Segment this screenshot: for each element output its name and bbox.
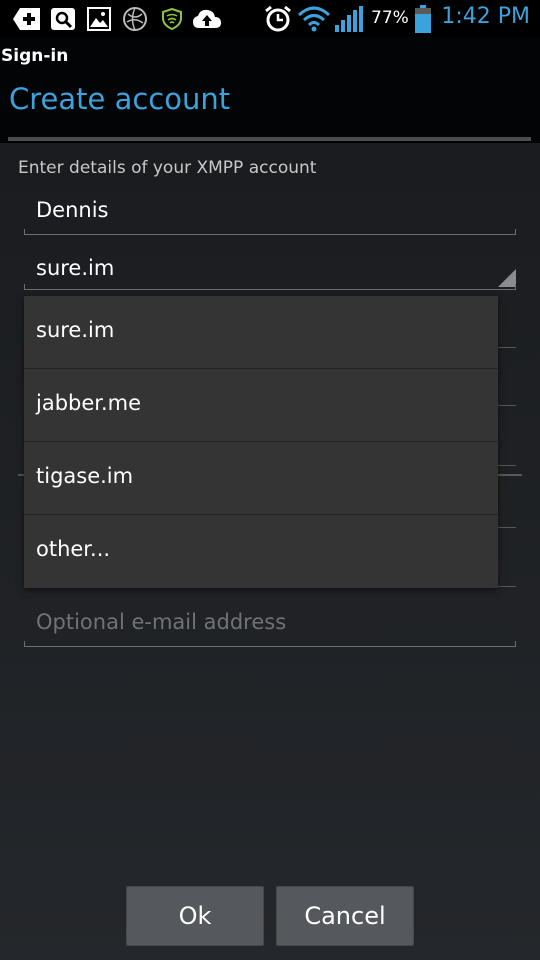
globe-icon (123, 7, 147, 31)
cloud-upload-icon (193, 9, 221, 28)
spinner-arrow-icon (498, 269, 516, 287)
hidden-field-underline (498, 347, 516, 348)
ok-button[interactable]: Ok (126, 886, 264, 946)
shield-icon (162, 8, 182, 30)
server-spinner[interactable]: sure.im (24, 252, 516, 290)
dropdown-item-label: other... (36, 537, 111, 561)
alarm-icon (265, 5, 291, 32)
title-divider (8, 137, 531, 141)
email-field[interactable]: Optional e-mail address (24, 606, 516, 647)
hidden-field-underline (498, 586, 516, 587)
cancel-button[interactable]: Cancel (276, 886, 414, 946)
instruction-text: Enter details of your XMPP account (18, 158, 317, 178)
dropdown-item[interactable]: jabber.me (24, 369, 498, 442)
server-value: sure.im (36, 256, 115, 280)
dropdown-item-label: tigase.im (36, 464, 134, 488)
email-placeholder: Optional e-mail address (36, 610, 287, 634)
hidden-field-underline (498, 527, 516, 528)
dropdown-item-label: jabber.me (36, 391, 142, 415)
add-icon (13, 8, 40, 30)
battery-percent: 77% (371, 8, 409, 28)
image-icon (87, 7, 111, 31)
username-value: Dennis (36, 198, 109, 222)
wifi-icon (297, 6, 331, 32)
dropdown-item[interactable]: other... (24, 515, 498, 587)
hidden-field-underline (498, 465, 516, 466)
search-box-icon (51, 8, 75, 30)
dropdown-item[interactable]: tigase.im (24, 442, 498, 515)
dropdown-item-label: sure.im (36, 318, 115, 342)
server-dropdown: sure.im jabber.me tigase.im other... (24, 296, 498, 588)
battery-icon (415, 5, 431, 33)
status-bar: 77% 1:42 PM (0, 0, 540, 37)
username-field[interactable]: Dennis (24, 194, 516, 235)
dialog-title: Create account (9, 82, 231, 116)
clock: 1:42 PM (441, 4, 530, 29)
dropdown-item[interactable]: sure.im (24, 296, 498, 369)
hidden-field-underline (498, 405, 516, 406)
app-title: Sign-in (1, 46, 69, 66)
signal-icon (335, 6, 363, 32)
